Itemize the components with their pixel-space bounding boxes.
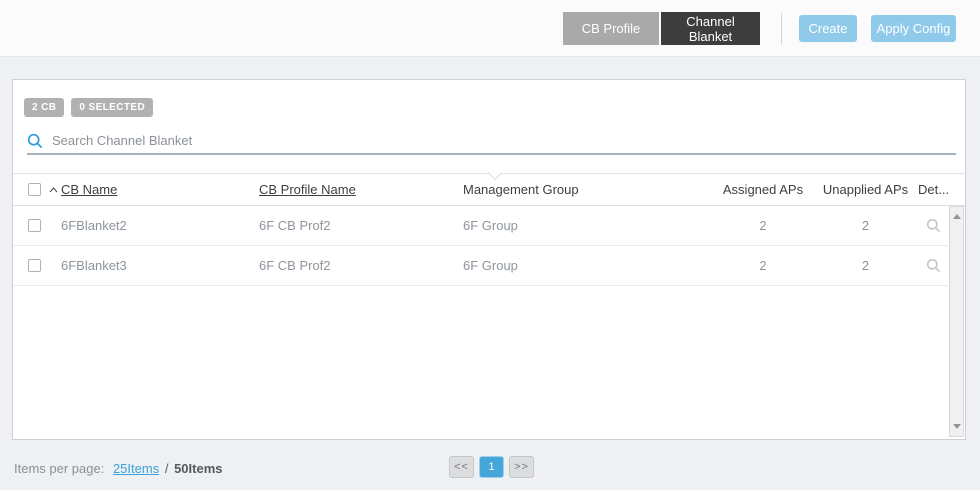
items-per-page-label: Items per page: — [14, 461, 104, 476]
column-header-cb-profile-name[interactable]: CB Profile Name — [259, 182, 356, 197]
apply-config-button[interactable]: Apply Config — [871, 15, 956, 42]
page-size-50-label: 50Items — [174, 461, 222, 476]
pagination: << 1 >> — [449, 456, 534, 478]
pagination-page-1-button[interactable]: 1 — [479, 456, 504, 478]
tab-channel-blanket[interactable]: Channel Blanket — [661, 12, 760, 45]
column-header-assigned-aps: Assigned APs — [723, 182, 803, 197]
items-per-page: Items per page: 25Items / 50Items — [14, 461, 223, 476]
table-body: 6FBlanket2 6F CB Prof2 6F Group 2 2 6FBl… — [13, 206, 950, 286]
selected-count-badge: 0 SELECTED — [71, 98, 153, 117]
cell-cb-profile-name: 6F CB Prof2 — [259, 218, 463, 233]
select-all-checkbox[interactable] — [28, 183, 41, 196]
column-header-management-group: Management Group — [463, 182, 579, 197]
toolbar-divider — [781, 13, 782, 44]
row-checkbox[interactable] — [28, 219, 41, 232]
cell-assigned-aps: 2 — [713, 258, 813, 273]
cell-assigned-aps: 2 — [713, 218, 813, 233]
search-bar — [27, 128, 956, 155]
vertical-scrollbar[interactable] — [949, 206, 964, 437]
pagination-next-button[interactable]: >> — [509, 456, 534, 478]
scroll-down-icon[interactable] — [953, 424, 961, 429]
search-input[interactable] — [52, 133, 956, 148]
pagination-prev-button[interactable]: << — [449, 456, 474, 478]
column-header-cb-name[interactable]: CB Name — [61, 182, 117, 197]
cell-management-group: 6F Group — [463, 258, 713, 273]
top-toolbar: CB Profile Channel Blanket Create Apply … — [0, 0, 980, 57]
create-button[interactable]: Create — [799, 15, 857, 42]
scroll-up-icon[interactable] — [953, 214, 961, 219]
cell-management-group: 6F Group — [463, 218, 713, 233]
table-row[interactable]: 6FBlanket2 6F CB Prof2 6F Group 2 2 — [13, 206, 950, 246]
search-icon — [27, 133, 43, 149]
row-details-button[interactable] — [926, 218, 941, 233]
details-search-icon — [926, 218, 941, 233]
tab-cb-profile[interactable]: CB Profile — [563, 12, 659, 45]
column-header-unapplied-aps: Unapplied APs — [823, 182, 908, 197]
cell-unapplied-aps: 2 — [813, 258, 918, 273]
page-size-25-link[interactable]: 25Items — [113, 461, 159, 476]
column-header-details: Det... — [918, 182, 949, 197]
tab-channel-blanket-label: Channel Blanket — [675, 14, 746, 44]
page-size-separator: / — [165, 461, 169, 476]
channel-blanket-panel: 2 CB 0 SELECTED CB Name CB Profile Name … — [12, 79, 966, 440]
cell-cb-profile-name: 6F CB Prof2 — [259, 258, 463, 273]
sort-asc-icon — [49, 187, 58, 193]
cb-count-badge: 2 CB — [24, 98, 64, 117]
cell-unapplied-aps: 2 — [813, 218, 918, 233]
cell-cb-name: 6FBlanket3 — [61, 258, 259, 273]
tab-cb-profile-label: CB Profile — [582, 21, 641, 36]
status-badges: 2 CB 0 SELECTED — [24, 98, 153, 117]
table-row[interactable]: 6FBlanket3 6F CB Prof2 6F Group 2 2 — [13, 246, 950, 286]
cell-cb-name: 6FBlanket2 — [61, 218, 259, 233]
details-search-icon — [926, 258, 941, 273]
row-checkbox[interactable] — [28, 259, 41, 272]
table-header: CB Name CB Profile Name Management Group… — [13, 173, 965, 206]
row-details-button[interactable] — [926, 258, 941, 273]
